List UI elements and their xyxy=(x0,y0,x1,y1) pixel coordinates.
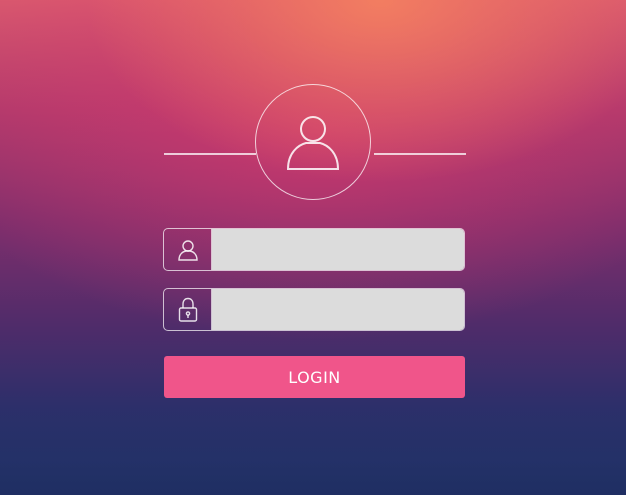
lock-icon xyxy=(178,297,197,322)
user-avatar-icon xyxy=(286,116,340,170)
password-input[interactable] xyxy=(212,289,464,330)
divider-line-right xyxy=(374,153,466,155)
user-icon xyxy=(177,239,198,261)
password-field xyxy=(163,288,465,331)
avatar-header xyxy=(164,84,466,204)
username-field xyxy=(163,228,465,271)
avatar-circle xyxy=(255,84,371,200)
divider-line-left xyxy=(164,153,256,155)
username-input[interactable] xyxy=(212,229,464,270)
background-haze xyxy=(0,405,626,495)
login-button[interactable]: LOGIN xyxy=(164,356,465,398)
password-icon-box xyxy=(164,289,212,330)
username-icon-box xyxy=(164,229,212,270)
